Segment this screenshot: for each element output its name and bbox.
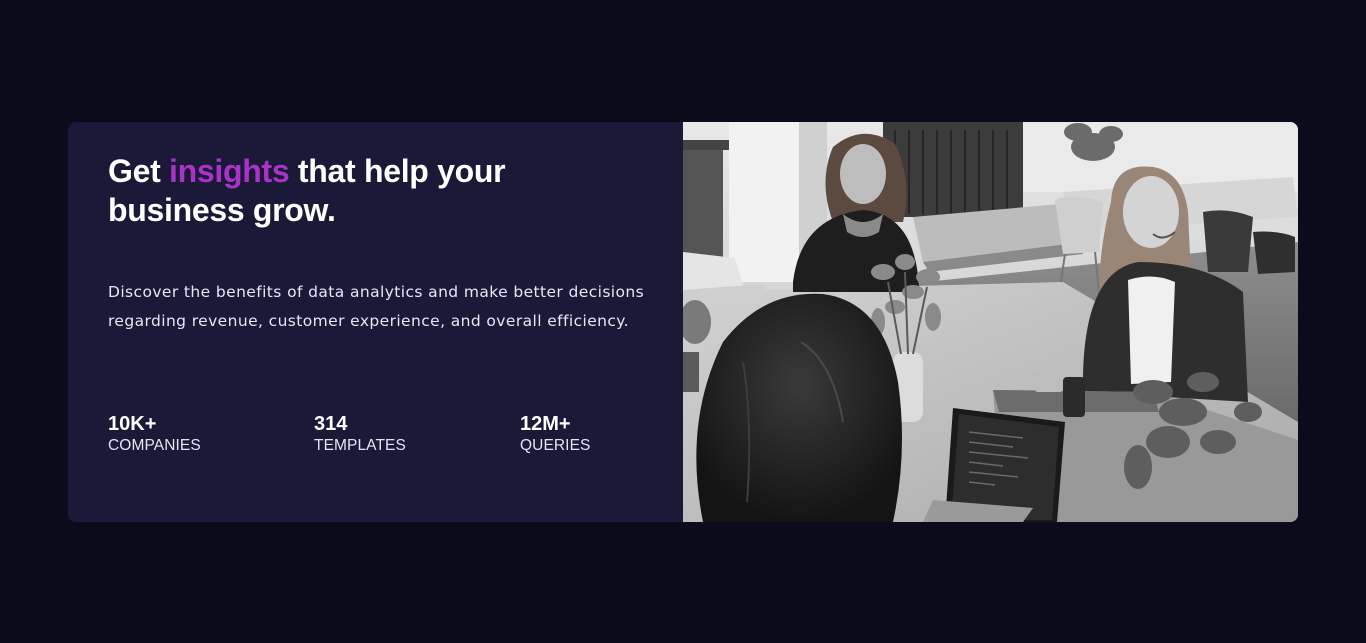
stat-label: COMPANIES: [108, 437, 201, 454]
office-photo: [683, 122, 1298, 522]
stat-companies: 10K+ COMPANIES: [108, 412, 201, 456]
stat-label: QUERIES: [520, 437, 591, 454]
headline-end: that help your business grow.: [108, 153, 506, 228]
stat-templates: 314 TEMPLATES: [314, 412, 406, 456]
text-panel: Get insights that help your business gro…: [68, 122, 683, 522]
headline-accent: insights: [169, 153, 290, 189]
stat-label: TEMPLATES: [314, 437, 406, 454]
headline-start: Get: [108, 153, 161, 189]
stats-row: 10K+ COMPANIES 314 TEMPLATES 12M+ QUERIE…: [108, 412, 628, 462]
stat-value: 10K+: [108, 413, 157, 435]
stat-value: 12M+: [520, 413, 571, 435]
stat-queries: 12M+ QUERIES: [520, 412, 590, 456]
office-photo-illustration: [683, 122, 1298, 522]
stat-value: 314: [314, 413, 348, 435]
headline: Get insights that help your business gro…: [108, 152, 578, 230]
stats-preview-card: Get insights that help your business gro…: [68, 122, 1298, 522]
description: Discover the benefits of data analytics …: [108, 283, 645, 330]
